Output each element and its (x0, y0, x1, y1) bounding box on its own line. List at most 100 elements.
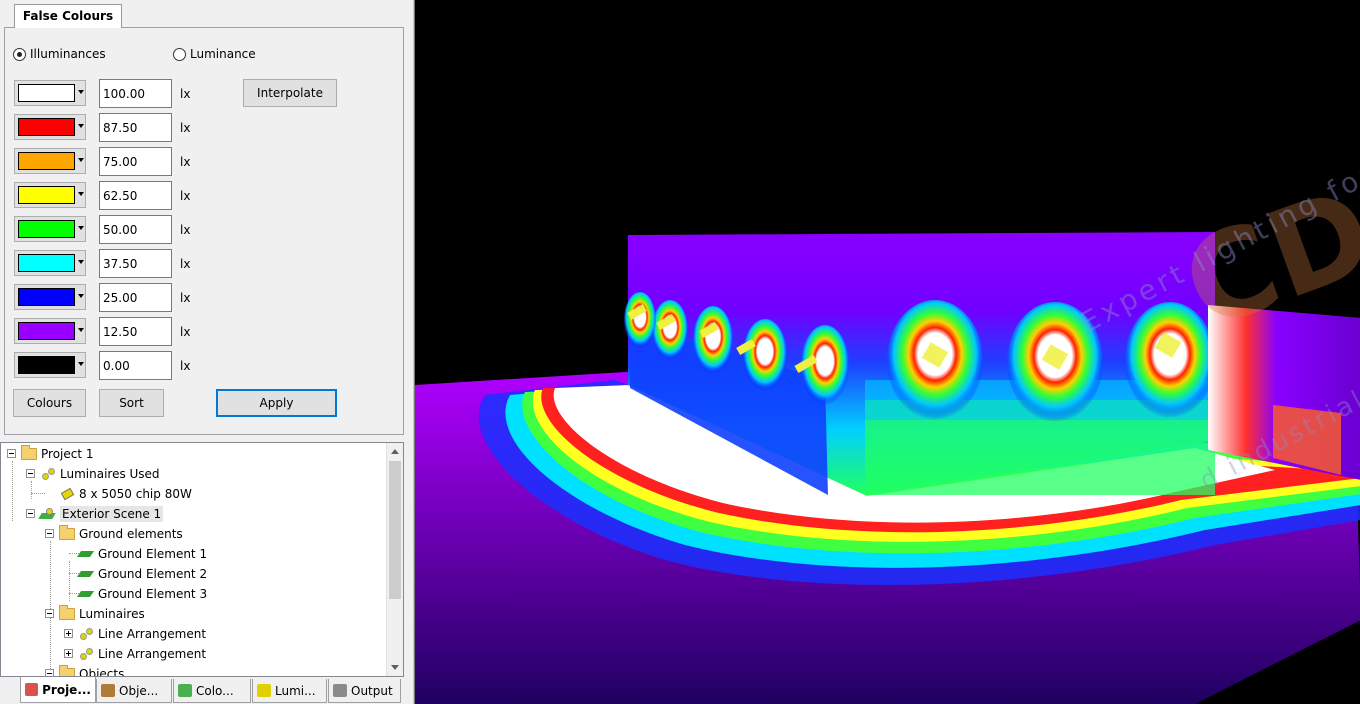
colour-swatch (18, 254, 75, 272)
tree-scrollbar[interactable] (386, 443, 403, 676)
tree-node-ground-elements[interactable]: Ground elements (59, 524, 183, 544)
threshold-value-input[interactable] (99, 249, 172, 278)
radio-indicator-off (173, 47, 186, 61)
sort-button[interactable]: Sort (99, 389, 164, 417)
3d-false-colour-viewport[interactable]: CD Expert lighting for harsh,hazardous d… (414, 0, 1360, 704)
threshold-value-input[interactable] (99, 215, 172, 244)
interpolate-button[interactable]: Interpolate (243, 79, 337, 107)
chevron-down-icon (78, 260, 84, 264)
unit-label: lx (180, 291, 191, 305)
colour-picker-button[interactable] (14, 352, 86, 378)
tree-node-luminaires-used[interactable]: Luminaires Used (40, 464, 160, 484)
illuminances-radio[interactable]: Illuminances (13, 47, 106, 61)
scroll-thumb[interactable] (389, 461, 401, 599)
bottom-tab[interactable]: Output (328, 679, 401, 703)
line-arrangement-1-expand-toggle[interactable] (64, 629, 73, 638)
light-spot (743, 319, 787, 391)
tree-node-label: Line Arrangement (98, 627, 207, 641)
colour-picker-button[interactable] (14, 114, 86, 140)
unit-label: lx (180, 87, 191, 101)
bottom-tab[interactable]: Colo... (173, 679, 251, 703)
threshold-value-input[interactable] (99, 113, 172, 142)
tree-node-project[interactable]: Project 1 (21, 444, 94, 464)
tree-node-label: Exterior Scene 1 (60, 506, 164, 522)
bottom-tab-label: Lumi... (275, 683, 316, 698)
tree-node-label: Ground elements (79, 527, 183, 541)
tree-node-exterior-scene[interactable]: Exterior Scene 1 (40, 504, 164, 524)
unit-label: lx (180, 223, 191, 237)
scroll-down-arrow-icon[interactable] (391, 665, 399, 670)
bottom-tab[interactable]: Proje... (20, 677, 96, 703)
luminaires-collapse-toggle[interactable] (45, 609, 54, 618)
luminance-radio[interactable]: Luminance (173, 47, 256, 61)
colours-icon (178, 684, 192, 697)
threshold-value-input[interactable] (99, 317, 172, 346)
luminaires-icon (257, 684, 271, 697)
colour-swatch (18, 356, 75, 374)
chevron-down-icon (78, 362, 84, 366)
threshold-value-input[interactable] (99, 147, 172, 176)
colour-picker-button[interactable] (14, 80, 86, 106)
tree-node-line-arrangement-1[interactable]: Line Arrangement (78, 624, 206, 644)
unit-label: lx (180, 189, 191, 203)
tree-node-ground-element-1[interactable]: Ground Element 1 (78, 544, 207, 564)
colour-picker-button[interactable] (14, 284, 86, 310)
project-icon (25, 683, 39, 696)
app-window: False Colours Illuminances Luminance lx l… (0, 0, 1360, 704)
folder-icon (21, 445, 37, 460)
luminaire-icon (59, 487, 75, 501)
colour-picker-button[interactable] (14, 182, 86, 208)
colour-swatch (18, 152, 75, 170)
luminaires-used-collapse-toggle[interactable] (26, 469, 35, 478)
threshold-value-input[interactable] (99, 181, 172, 210)
apply-button[interactable]: Apply (216, 389, 337, 417)
light-spot (693, 306, 733, 374)
tree-node-objects[interactable]: Objects (59, 664, 124, 676)
tree-guide (12, 461, 13, 521)
colour-row: lx (14, 181, 394, 211)
scene-collapse-toggle[interactable] (26, 509, 35, 518)
colour-picker-button[interactable] (14, 148, 86, 174)
threshold-value-input[interactable] (99, 351, 172, 380)
bottom-tab[interactable]: Obje... (96, 679, 172, 703)
illuminances-label: Illuminances (30, 47, 106, 61)
colour-swatch (18, 118, 75, 136)
line-arrangement-icon (78, 627, 94, 641)
threshold-value-input[interactable] (99, 79, 172, 108)
ground-elements-collapse-toggle[interactable] (45, 529, 54, 538)
colour-picker-button[interactable] (14, 216, 86, 242)
tree-node-luminaire-entry[interactable]: 8 x 5050 chip 80W (59, 484, 192, 504)
light-spot (652, 300, 688, 360)
colour-picker-button[interactable] (14, 250, 86, 276)
colours-button[interactable]: Colours (13, 389, 86, 417)
tree-node-ground-element-2[interactable]: Ground Element 2 (78, 564, 207, 584)
unit-label: lx (180, 155, 191, 169)
tree-node-ground-element-3[interactable]: Ground Element 3 (78, 584, 207, 604)
chevron-down-icon (78, 294, 84, 298)
line-arrangement-2-expand-toggle[interactable] (64, 649, 73, 658)
project-collapse-toggle[interactable] (7, 449, 16, 458)
colour-picker-button[interactable] (14, 318, 86, 344)
unit-label: lx (180, 359, 191, 373)
tree-node-line-arrangement-2[interactable]: Line Arrangement (78, 644, 206, 664)
unit-label: lx (180, 121, 191, 135)
false-colours-panel: Illuminances Luminance lx lx lx lx lx lx lx lx l… (4, 27, 404, 435)
tree-node-label: Luminaires Used (60, 467, 160, 481)
ground-element-icon (78, 569, 94, 579)
bottom-tab-label: Obje... (119, 683, 159, 698)
bottom-tab-bar: Proje... Obje... Colo... Lumi... Output (0, 677, 404, 704)
colour-row: lx (14, 215, 394, 245)
objects-icon (101, 684, 115, 697)
tree-node-luminaires[interactable]: Luminaires (59, 604, 145, 624)
panel-splitter[interactable] (404, 0, 414, 704)
tree-node-label: Ground Element 2 (98, 567, 208, 581)
colour-row: lx (14, 351, 394, 381)
tab-false-colours[interactable]: False Colours (14, 4, 122, 28)
colour-row: lx (14, 249, 394, 279)
luminaires-group-icon (40, 467, 56, 481)
objects-collapse-toggle[interactable] (45, 669, 54, 676)
light-spot (624, 292, 656, 348)
threshold-value-input[interactable] (99, 283, 172, 312)
bottom-tab[interactable]: Lumi... (252, 679, 327, 703)
scroll-up-arrow-icon[interactable] (391, 449, 399, 454)
